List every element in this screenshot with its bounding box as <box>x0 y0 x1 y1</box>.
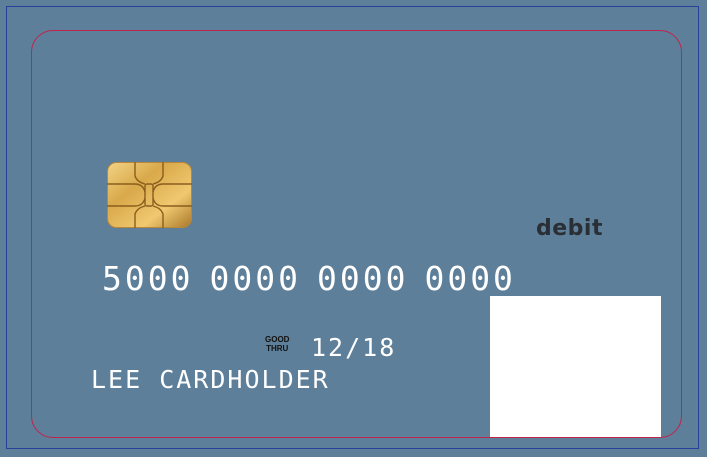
card-number-group: 0000 <box>424 259 516 298</box>
debit-card: debit 5000 0000 0000 0000 GOOD THRU 12/18 L… <box>0 0 707 457</box>
card-number-group: 0000 <box>209 259 301 298</box>
expiry-date: 12/18 <box>311 333 397 362</box>
card-number-group: 0000 <box>316 259 409 298</box>
cardholder-name: LEE CARDHOLDER <box>91 365 330 394</box>
card-number-group: 5000 <box>102 259 194 298</box>
card-number: 5000 0000 0000 0000 <box>102 259 532 298</box>
card-type-label: debit <box>536 216 603 241</box>
blank-panel <box>490 296 661 437</box>
good-thru-line-2: THRU <box>266 344 289 353</box>
good-thru-line-1: GOOD <box>265 335 290 344</box>
good-thru-label: GOOD THRU <box>265 335 289 353</box>
emv-chip-icon <box>107 162 192 228</box>
